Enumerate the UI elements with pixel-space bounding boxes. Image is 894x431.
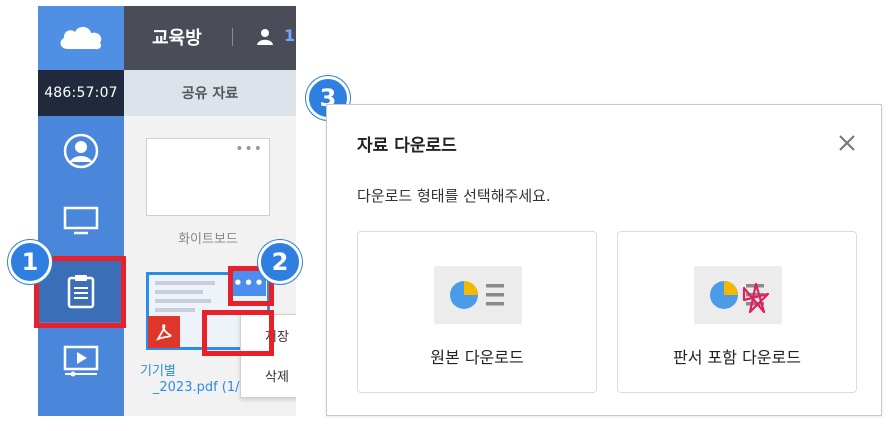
step-badge-2: 2 [258,240,302,284]
annotated-download-label: 판서 포함 다운로드 [673,348,801,367]
sidebar-item-video[interactable] [38,330,124,392]
menu-item-delete[interactable]: 삭제 [241,355,296,395]
dialog-title: 자료 다운로드 [357,136,457,156]
video-play-icon [63,345,99,377]
dialog-description: 다운로드 형태를 선택해주세요. [357,187,551,205]
header-divider [232,28,233,46]
sidebar-item-profile[interactable] [38,120,124,182]
annotated-download-option[interactable]: 판서 포함 다운로드 [617,231,857,393]
highlight-box-save [202,310,274,356]
original-download-option[interactable]: 원본 다운로드 [357,231,597,393]
room-header: 교육방 1 [124,6,296,70]
sidebar: 486:57:07 [38,6,124,416]
original-download-icon [434,266,522,324]
pdf-icon [148,316,180,348]
close-icon[interactable] [837,133,857,153]
download-dialog: 자료 다운로드 다운로드 형태를 선택해주세요. 원본 다운로드 판서 포함 다… [326,104,882,416]
cloud-logo-icon [60,26,102,50]
user-icon [257,29,273,45]
more-options-icon[interactable]: ••• [235,141,263,157]
profile-icon [63,133,99,169]
files-panel-title: 공유 자료 [124,70,296,116]
whiteboard-label: 화이트보드 [178,232,238,247]
session-timer: 486:57:07 [38,70,124,116]
sidebar-item-screen[interactable] [38,190,124,252]
logo [38,6,124,70]
annotated-download-icon [694,266,782,324]
monitor-icon [63,206,99,235]
whiteboard-thumbnail[interactable]: ••• [146,138,270,216]
participant-count: 1 [284,26,296,45]
step-badge-1: 1 [8,240,52,284]
original-download-label: 원본 다운로드 [430,348,524,367]
room-title: 교육방 [152,28,202,49]
